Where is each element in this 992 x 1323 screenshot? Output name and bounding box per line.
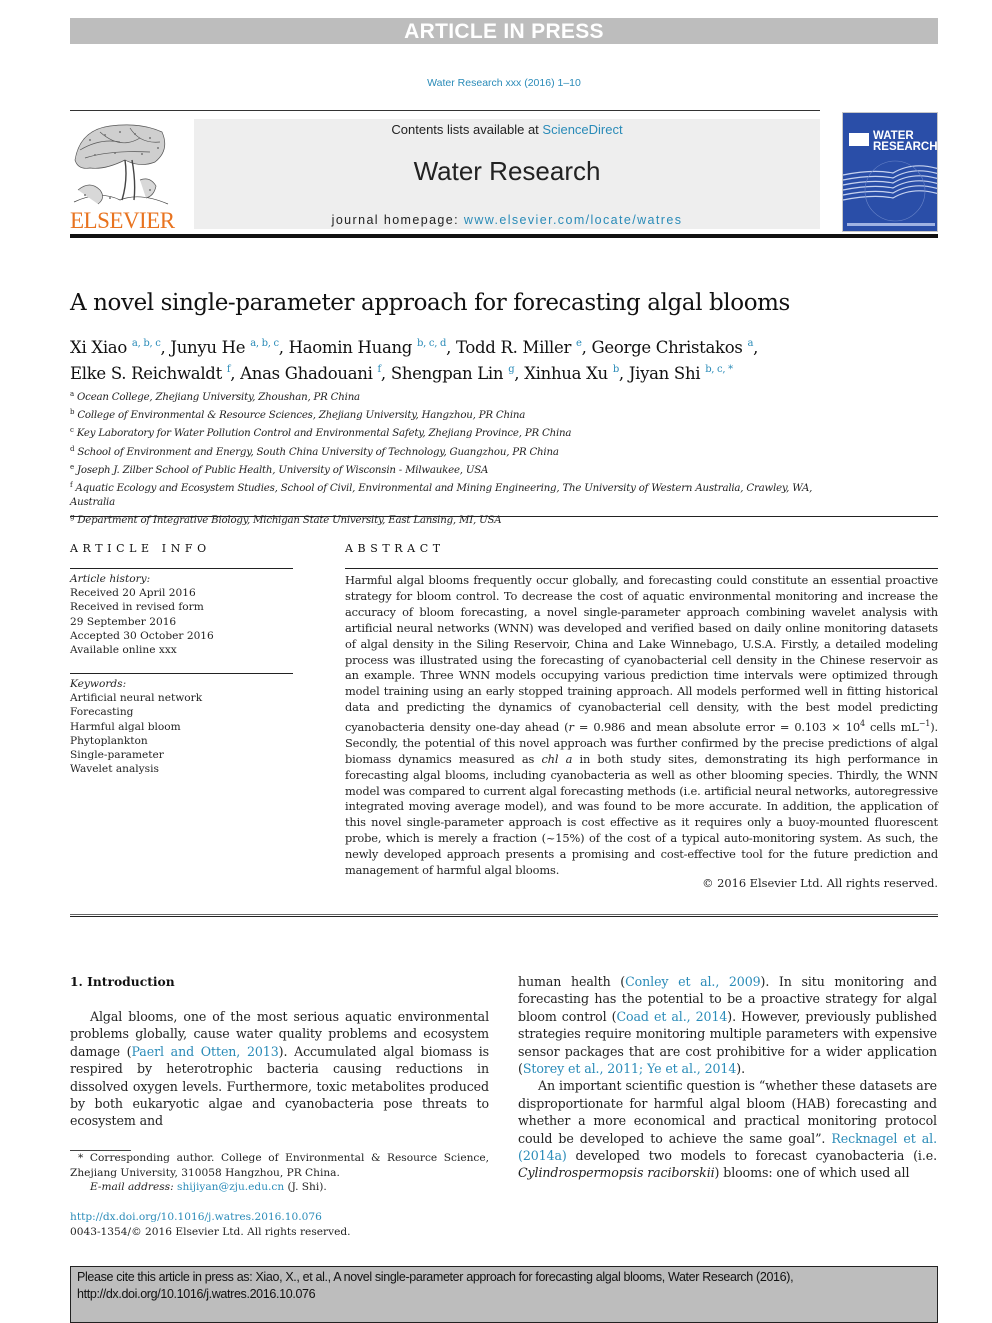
affiliation: d School of Environment and Energy, Sout… <box>70 444 559 458</box>
email-link[interactable]: shijiyan@zju.edu.cn <box>177 1181 284 1193</box>
article-info-heading: ARTICLE INFO <box>70 542 211 555</box>
history-item: Received 20 April 2016 <box>70 587 196 600</box>
author[interactable]: Todd R. Miller e <box>456 338 582 357</box>
email-note: E-mail address: shijiyan@zju.edu.cn (J. … <box>90 1181 327 1193</box>
elsevier-logo[interactable]: ELSEVIER <box>70 120 175 233</box>
affiliation: g Department of Integrative Biology, Mic… <box>70 513 502 527</box>
author[interactable]: Elke S. Reichwaldt f <box>70 364 231 383</box>
info-divider <box>70 673 293 674</box>
keyword: Wavelet analysis <box>70 763 159 776</box>
author[interactable]: Jiyan Shi b, c, * <box>629 364 733 383</box>
contents-availability: Contents lists available at ScienceDirec… <box>391 122 623 137</box>
paragraph: human health (Conley et al., 2009). In s… <box>518 974 937 1077</box>
reference-link[interactable]: Storey et al., 2011; Ye et al., 2014 <box>523 1061 737 1076</box>
abstract-divider <box>345 568 938 569</box>
affiliation: c Key Laboratory for Water Pollution Con… <box>70 426 572 440</box>
body-column-right: human health (Conley et al., 2009). In s… <box>518 973 937 1182</box>
keyword: Phytoplankton <box>70 734 148 747</box>
author[interactable]: Anas Ghadouani f <box>240 364 381 383</box>
masthead-divider <box>70 234 938 238</box>
affiliation: f Aquatic Ecology and Ecosystem Studies,… <box>70 481 813 509</box>
doi-link[interactable]: http://dx.doi.org/10.1016/j.watres.2016.… <box>70 1211 322 1223</box>
citation-box: Please cite this article in press as: Xi… <box>70 1266 938 1323</box>
cover-title: WATER RESEARCH <box>873 130 938 153</box>
keyword: Single-parameter <box>70 749 164 762</box>
doi-block: http://dx.doi.org/10.1016/j.watres.2016.… <box>70 1210 489 1239</box>
section-divider <box>70 516 938 517</box>
abstract-copyright: © 2016 Elsevier Ltd. All rights reserved… <box>702 876 938 890</box>
keyword: Harmful algal bloom <box>70 720 181 733</box>
iwa-logo-icon <box>849 133 869 146</box>
info-divider <box>70 568 293 569</box>
keyword: Forecasting <box>70 706 134 719</box>
journal-masthead: Contents lists available at ScienceDirec… <box>194 119 820 229</box>
journal-name: Water Research <box>413 156 601 186</box>
reference-link[interactable]: Coad et al., 2014 <box>616 1009 727 1024</box>
affiliation: a Ocean College, Zhejiang University, Zh… <box>70 390 360 403</box>
history-item: Received in revised form <box>70 601 204 614</box>
citation-text: Please cite this article in press as: Xi… <box>77 1270 794 1301</box>
introduction-heading: 1. Introduction <box>70 974 175 989</box>
affiliation: e Joseph J. Zilber School of Public Heal… <box>70 462 489 476</box>
history-item: Available online xxx <box>70 644 177 657</box>
author[interactable]: Xi Xiao a, b, c <box>70 338 161 357</box>
elsevier-tree-icon <box>73 124 169 205</box>
abstract-text: Harmful algal blooms frequently occur gl… <box>345 573 938 878</box>
keywords: Keywords: Artificial neural network Fore… <box>70 678 203 776</box>
abstract-heading: ABSTRACT <box>345 542 445 555</box>
paragraph: Algal blooms, one of the most serious aq… <box>70 1009 489 1129</box>
journal-citation-link[interactable]: Water Research xxx (2016) 1–10 <box>0 77 992 89</box>
journal-homepage-link[interactable]: www.elsevier.com/locate/watres <box>464 213 682 227</box>
author[interactable]: Shengpan Lin g <box>391 364 515 383</box>
reference-link[interactable]: Paerl and Otten, 2013 <box>132 1044 279 1059</box>
keyword: Artificial neural network <box>70 692 203 705</box>
author[interactable]: George Christakos a <box>592 338 754 357</box>
section-divider <box>70 914 938 915</box>
history-item: 29 September 2016 <box>70 615 177 628</box>
paper-title: A novel single-parameter approach for fo… <box>70 290 790 316</box>
corresponding-author-note: * Corresponding author. College of Envir… <box>70 1152 489 1179</box>
footnotes: * Corresponding author. College of Envir… <box>70 1151 489 1195</box>
sciencedirect-link[interactable]: ScienceDirect <box>542 122 622 137</box>
affiliation-list: a Ocean College, Zhejiang University, Zh… <box>70 387 830 529</box>
affiliation: b College of Environmental & Resource Sc… <box>70 408 526 422</box>
reference-link[interactable]: Conley et al., 2009 <box>625 974 761 989</box>
article-in-press-banner: ARTICLE IN PRESS <box>70 18 938 44</box>
paragraph: An important scientific question is “whe… <box>518 1078 937 1181</box>
section-divider <box>70 916 938 917</box>
journal-cover-image[interactable]: WATER RESEARCH <box>842 112 938 232</box>
issn-copyright: 0043-1354/© 2016 Elsevier Ltd. All right… <box>70 1225 351 1238</box>
header-divider <box>70 110 820 111</box>
cover-wave-graphic <box>843 160 937 226</box>
history-item: Accepted 30 October 2016 <box>70 629 214 642</box>
author-list: Xi Xiao a, b, c, Junyu He a, b, c, Haomi… <box>70 338 759 383</box>
article-history: Article history: Received 20 April 2016 … <box>70 573 214 657</box>
body-column-left: Algal blooms, one of the most serious aq… <box>70 1008 489 1130</box>
author[interactable]: Junyu He a, b, c <box>170 338 279 357</box>
elsevier-wordmark: ELSEVIER <box>70 208 175 233</box>
journal-homepage: journal homepage: www.elsevier.com/locat… <box>331 213 683 227</box>
author[interactable]: Xinhua Xu b <box>524 364 619 383</box>
author[interactable]: Haomin Huang b, c, d <box>289 338 447 357</box>
